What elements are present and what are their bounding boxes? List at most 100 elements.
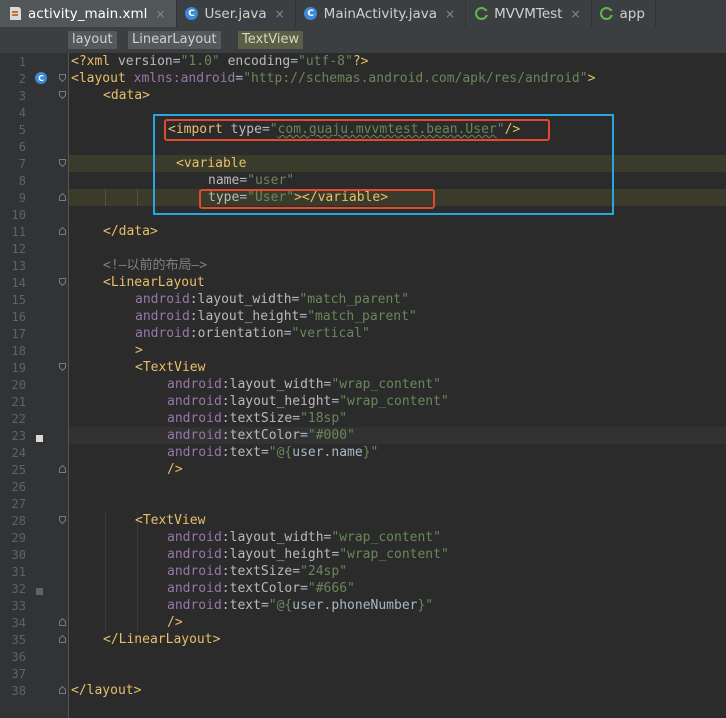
- code-line-1: <?xml version="1.0" encoding="utf-8"?>: [71, 54, 369, 69]
- fold-end-icon[interactable]: [59, 193, 66, 201]
- code-line-28: <TextView: [135, 513, 206, 528]
- code-line-3: <data>: [103, 88, 150, 103]
- line-number: 1: [18, 55, 26, 69]
- code-line-24: android:text="@{user.name}": [167, 445, 379, 460]
- code-line-25: />: [167, 462, 183, 477]
- code-line-2: <layout xmlns:android="http://schemas.an…: [71, 71, 596, 86]
- fold-collapse-icon[interactable]: [59, 91, 66, 99]
- code-line-22: android:textSize="18sp": [167, 411, 348, 426]
- tab-mvvmtest[interactable]: MVVMTest ×: [466, 0, 592, 27]
- fold-end-icon[interactable]: [59, 465, 66, 473]
- line-number: 22: [11, 412, 26, 426]
- line-number: 15: [11, 293, 26, 307]
- indent-guide: [105, 189, 106, 206]
- fold-end-icon[interactable]: [59, 686, 66, 694]
- close-icon[interactable]: ×: [275, 7, 285, 21]
- fold-collapse-icon[interactable]: [59, 363, 66, 371]
- code-line-14: <LinearLayout: [103, 275, 205, 290]
- line-number: 12: [11, 242, 26, 256]
- indent-guide: [137, 189, 138, 206]
- line-number: 28: [11, 514, 26, 528]
- line-number: 3: [18, 89, 26, 103]
- tab-label: User.java: [204, 5, 267, 22]
- line-number: 27: [11, 497, 26, 511]
- line-number: 9: [18, 191, 26, 205]
- code-line-19: <TextView: [135, 360, 206, 375]
- line-number: 29: [11, 531, 26, 545]
- color-preview-black-icon[interactable]: [36, 435, 43, 442]
- line-number: 14: [11, 276, 26, 290]
- line-number: 2: [18, 72, 26, 86]
- code-line-13-comment: <!—以前的布局—>: [103, 258, 208, 273]
- code-editor[interactable]: <?xml version="1.0" encoding="utf-8"?> <…: [69, 53, 726, 718]
- line-number: 31: [11, 565, 26, 579]
- code-line-18: >: [135, 343, 143, 358]
- code-line-21: android:layout_height="wrap_content": [167, 394, 449, 409]
- line-number: 38: [11, 684, 26, 698]
- tab-label: MVVMTest: [494, 5, 563, 22]
- fold-collapse-icon[interactable]: [59, 74, 66, 82]
- line-number: 37: [11, 667, 26, 681]
- close-icon[interactable]: ×: [570, 7, 580, 21]
- breadcrumb: layout LinearLayout TextView: [0, 27, 726, 53]
- line-number: 8: [18, 174, 26, 188]
- code-line-23: android:textColor="#000": [167, 428, 355, 443]
- tab-user-java[interactable]: C User.java ×: [177, 0, 296, 27]
- code-line-33: android:text="@{user.phoneNumber}": [167, 598, 434, 613]
- line-number: 7: [18, 157, 26, 171]
- code-line-11: </data>: [103, 224, 158, 239]
- code-line-30: android:layout_height="wrap_content": [167, 547, 449, 562]
- code-line-38: </layout>: [71, 683, 142, 698]
- breadcrumb-textview[interactable]: TextView: [238, 31, 304, 49]
- fold-collapse-icon[interactable]: [59, 278, 66, 286]
- line-number: 34: [11, 616, 26, 630]
- tab-app[interactable]: app: [592, 0, 656, 27]
- tab-activity-main-xml[interactable]: activity_main.xml ×: [0, 0, 177, 27]
- line-number: 23: [11, 429, 26, 443]
- line-number: 18: [11, 344, 26, 358]
- fold-collapse-icon[interactable]: [59, 159, 66, 167]
- code-line-35: </LinearLayout>: [103, 632, 221, 647]
- breadcrumb-layout[interactable]: layout: [68, 31, 117, 49]
- code-line-32: android:textColor="#666": [167, 581, 355, 596]
- tab-label: MainActivity.java: [323, 5, 438, 22]
- tab-label: activity_main.xml: [28, 5, 148, 22]
- line-number: 36: [11, 650, 26, 664]
- indent-guide: [137, 512, 138, 631]
- android-module-icon: [600, 7, 615, 21]
- annotation-red-box-type: [199, 189, 435, 209]
- line-number: 11: [11, 225, 26, 239]
- line-number: 17: [11, 327, 26, 341]
- annotation-red-box-import: [164, 119, 550, 141]
- line-number: 10: [11, 208, 26, 222]
- fold-end-icon[interactable]: [59, 618, 66, 626]
- java-class-icon: C: [185, 7, 199, 21]
- tab-label: app: [619, 5, 645, 22]
- line-number: 21: [11, 395, 26, 409]
- code-line-17: android:orientation="vertical": [135, 326, 370, 341]
- code-line-16: android:layout_height="match_parent": [135, 309, 417, 324]
- line-number: 35: [11, 633, 26, 647]
- line-number: 25: [11, 463, 26, 477]
- line-number: 6: [18, 140, 26, 154]
- tab-mainactivity-java[interactable]: C MainActivity.java ×: [296, 0, 467, 27]
- java-class-icon[interactable]: C: [35, 72, 47, 84]
- fold-end-icon[interactable]: [59, 227, 66, 235]
- fold-collapse-icon[interactable]: [59, 516, 66, 524]
- color-preview-gray-icon[interactable]: [36, 588, 43, 595]
- code-line-29: android:layout_width="wrap_content": [167, 530, 441, 545]
- line-number: 4: [18, 106, 26, 120]
- close-icon[interactable]: ×: [445, 7, 455, 21]
- line-number: 33: [11, 599, 26, 613]
- line-number: 20: [11, 378, 26, 392]
- breadcrumb-linearlayout[interactable]: LinearLayout: [128, 31, 221, 49]
- line-number: 16: [11, 310, 26, 324]
- fold-end-icon[interactable]: [59, 635, 66, 643]
- close-icon[interactable]: ×: [155, 7, 165, 21]
- xml-file-icon: [8, 7, 22, 21]
- android-project-icon: [474, 7, 489, 21]
- line-number: 19: [11, 361, 26, 375]
- code-line-15: android:layout_width="match_parent": [135, 292, 409, 307]
- line-number: 24: [11, 446, 26, 460]
- indent-guide: [105, 512, 106, 631]
